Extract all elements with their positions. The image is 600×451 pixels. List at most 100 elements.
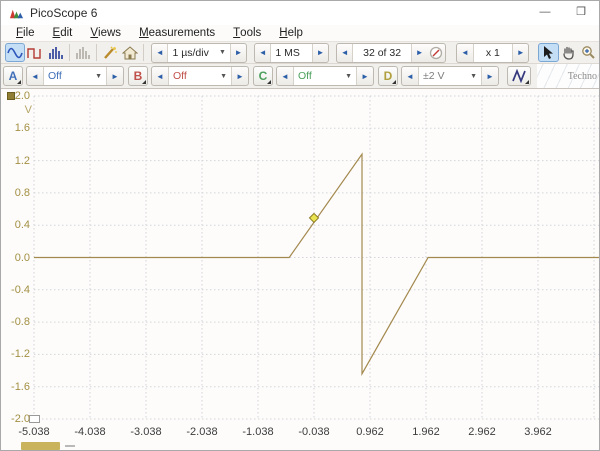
channel-b-range-select[interactable]: Off ▼ bbox=[168, 67, 232, 85]
menu-help[interactable]: Help bbox=[270, 25, 312, 41]
corner-triangle-icon bbox=[142, 80, 146, 84]
channel-b-cluster: B ◄ Off ▼ ► bbox=[128, 66, 249, 86]
toolbar-separator bbox=[96, 44, 97, 61]
persistence-spectrum-button-disabled[interactable] bbox=[73, 43, 93, 62]
scope-view-area[interactable]: 2.01.61.20.80.40.0-0.4-0.8-1.2-1.6-2.0V-… bbox=[1, 89, 600, 451]
picoscope-logo-icon bbox=[9, 6, 24, 21]
channel-c-prev-button[interactable]: ◄ bbox=[277, 67, 293, 85]
menu-measurements[interactable]: Measurements bbox=[130, 25, 224, 41]
x-tick-label: 3.962 bbox=[510, 426, 566, 438]
channel-a-next-button[interactable]: ► bbox=[107, 67, 123, 85]
spectrum-view-button[interactable] bbox=[45, 43, 65, 62]
channel-b-next-button[interactable]: ► bbox=[232, 67, 248, 85]
samples-next-button[interactable]: ► bbox=[313, 44, 328, 62]
channel-a-range-select[interactable]: Off ▼ bbox=[43, 67, 107, 85]
buffer-prev-button[interactable]: ◄ bbox=[337, 44, 352, 62]
x-tick-label: 1.962 bbox=[398, 426, 454, 438]
pointer-tool-button[interactable] bbox=[538, 43, 558, 62]
menu-file[interactable]: File bbox=[7, 25, 44, 41]
channel-b-button[interactable]: B bbox=[128, 66, 148, 86]
toolbar-separator bbox=[69, 44, 70, 61]
corner-triangle-icon bbox=[525, 80, 529, 84]
picoscope-window: PicoScope 6 — ❒ File Edit Views Measurem… bbox=[0, 0, 600, 451]
pico-technology-logo: Techno bbox=[537, 64, 599, 88]
channel-a-prev-button[interactable]: ◄ bbox=[27, 67, 43, 85]
magnifier-icon bbox=[581, 45, 596, 60]
buffer-group: ◄ 32 of 32 ► bbox=[336, 43, 446, 63]
sine-wave-icon bbox=[7, 46, 23, 60]
channel-d-cluster: D ◄ ±2 V ▼ ► bbox=[378, 66, 499, 86]
scope-view-button[interactable] bbox=[5, 43, 25, 62]
cropped-bottom-badge bbox=[21, 442, 60, 450]
timebase-next-button[interactable]: ► bbox=[231, 44, 246, 62]
y-tick-label: -1.2 bbox=[1, 348, 30, 360]
window-title: PicoScope 6 bbox=[30, 6, 97, 20]
zoom-prev-button[interactable]: ◄ bbox=[457, 44, 472, 62]
axis-offset-handle[interactable] bbox=[29, 415, 40, 423]
channel-b-prev-button[interactable]: ◄ bbox=[152, 67, 168, 85]
zoom-group: ◄ x 1 ► bbox=[456, 43, 529, 63]
home-icon bbox=[122, 46, 138, 60]
channel-a-cluster: A ◄ Off ▼ ► bbox=[3, 66, 124, 86]
chevron-down-icon: ▼ bbox=[219, 49, 226, 56]
x-tick-label: 2.962 bbox=[454, 426, 510, 438]
zoom-tool-button[interactable] bbox=[579, 43, 599, 62]
channel-c-range-select[interactable]: Off ▼ bbox=[293, 67, 357, 85]
x-tick-label: -1.038 bbox=[230, 426, 286, 438]
toolbar-separator bbox=[143, 44, 144, 61]
home-button[interactable] bbox=[120, 43, 140, 62]
y-axis-unit: V bbox=[1, 104, 32, 116]
auto-setup-button[interactable] bbox=[100, 43, 120, 62]
x-tick-label: -5.038 bbox=[6, 426, 62, 438]
menu-tools[interactable]: Tools bbox=[224, 25, 270, 41]
x-tick-label: -3.038 bbox=[118, 426, 174, 438]
timebase-select[interactable]: 1 µs/div ▼ bbox=[167, 44, 230, 62]
samples-field[interactable]: 1 MS bbox=[270, 44, 312, 62]
persistence-view-button[interactable] bbox=[25, 43, 45, 62]
compass-icon bbox=[429, 46, 443, 60]
channel-c-next-button[interactable]: ► bbox=[357, 67, 373, 85]
y-tick-label: -0.8 bbox=[1, 316, 30, 328]
buffer-next-button[interactable]: ► bbox=[412, 44, 427, 62]
channel-d-prev-button[interactable]: ◄ bbox=[402, 67, 418, 85]
maximize-button[interactable]: ❒ bbox=[567, 1, 595, 23]
math-channels-button[interactable] bbox=[507, 66, 531, 86]
channel-c-button[interactable]: C bbox=[253, 66, 273, 86]
menu-bar: File Edit Views Measurements Tools Help bbox=[1, 25, 599, 42]
buffer-navigator-button[interactable] bbox=[427, 44, 445, 62]
y-tick-label: -0.4 bbox=[1, 284, 30, 296]
y-tick-label: 0.4 bbox=[1, 219, 30, 231]
corner-triangle-icon bbox=[17, 80, 21, 84]
y-tick-label: 1.2 bbox=[1, 155, 30, 167]
square-wave-icon bbox=[27, 46, 43, 60]
chevron-down-icon: ▼ bbox=[220, 73, 227, 80]
channel-D-waveform bbox=[34, 154, 600, 374]
trigger-marker[interactable] bbox=[310, 213, 319, 222]
channel-d-button[interactable]: D bbox=[378, 66, 398, 86]
y-tick-label: 2.0 bbox=[1, 90, 30, 102]
main-toolbar: ◄ 1 µs/div ▼ ► ◄ 1 MS ► ◄ 32 of 32 ► bbox=[1, 42, 599, 64]
zoom-field[interactable]: x 1 bbox=[473, 44, 513, 62]
timebase-group: ◄ 1 µs/div ▼ ► bbox=[151, 43, 247, 63]
samples-prev-button[interactable]: ◄ bbox=[255, 44, 270, 62]
buffer-field[interactable]: 32 of 32 bbox=[352, 44, 412, 62]
menu-views[interactable]: Views bbox=[81, 25, 130, 41]
corner-triangle-icon bbox=[392, 80, 396, 84]
hand-icon bbox=[561, 45, 576, 60]
zoom-next-button[interactable]: ► bbox=[513, 44, 528, 62]
cropped-bottom-mark bbox=[65, 445, 75, 447]
chevron-down-icon: ▼ bbox=[345, 73, 352, 80]
minimize-button[interactable]: — bbox=[531, 1, 559, 23]
menu-edit[interactable]: Edit bbox=[44, 25, 82, 41]
channel-d-next-button[interactable]: ► bbox=[482, 67, 498, 85]
logo-text: Techno bbox=[568, 71, 599, 82]
samples-group: ◄ 1 MS ► bbox=[254, 43, 329, 63]
pan-tool-button[interactable] bbox=[559, 43, 579, 62]
x-tick-label: -4.038 bbox=[62, 426, 118, 438]
channel-d-range-select[interactable]: ±2 V ▼ bbox=[418, 67, 482, 85]
y-tick-label: 1.6 bbox=[1, 122, 30, 134]
corner-triangle-icon bbox=[267, 80, 271, 84]
cursor-arrow-icon bbox=[541, 45, 555, 60]
timebase-prev-button[interactable]: ◄ bbox=[152, 44, 167, 62]
channel-a-button[interactable]: A bbox=[3, 66, 23, 86]
